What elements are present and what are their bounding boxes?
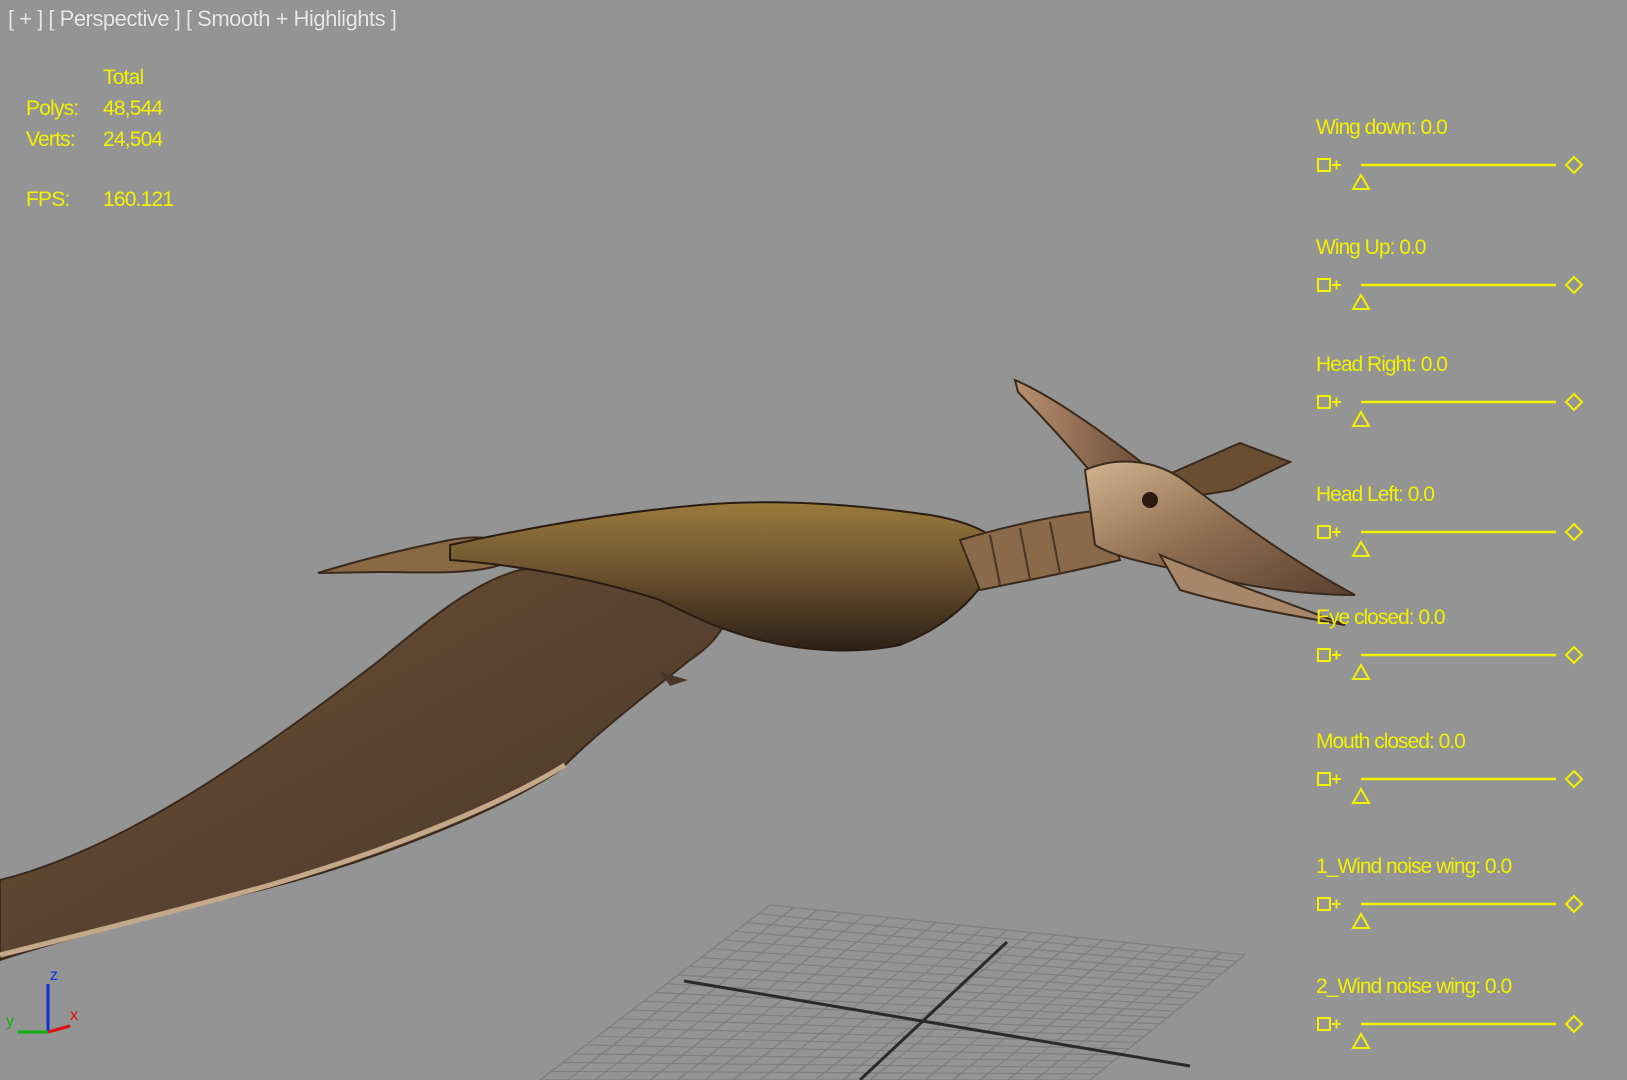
slider-key-icon[interactable]	[1317, 1017, 1331, 1031]
slider-thumb-icon[interactable]	[1351, 786, 1371, 804]
viewport-point-of-view-menu[interactable]: [ Perspective ]	[48, 6, 180, 31]
slider-end-diamond-icon[interactable]	[1564, 155, 1584, 175]
slider-set-key-icon[interactable]	[1332, 899, 1341, 909]
axis-z-label: z	[50, 967, 58, 984]
morph-slider-wind-noise-wing-2[interactable]: 2_Wind noise wing: 0.0	[1316, 975, 1586, 1065]
morph-slider-label: Wing down: 0.0	[1316, 116, 1448, 139]
viewport-shading-menu[interactable]: [ Smooth + Highlights ]	[186, 6, 397, 31]
slider-thumb-icon[interactable]	[1351, 292, 1371, 310]
morph-slider-wind-noise-wing-1[interactable]: 1_Wind noise wing: 0.0	[1316, 855, 1586, 945]
fps-value: 160.121	[103, 188, 174, 211]
slider-end-diamond-icon[interactable]	[1564, 1014, 1584, 1034]
slider-set-key-icon[interactable]	[1332, 1019, 1341, 1029]
slider-key-icon[interactable]	[1317, 525, 1331, 539]
morph-slider-mouth-closed[interactable]: Mouth closed: 0.0	[1316, 730, 1586, 820]
morph-slider-label: Head Left: 0.0	[1316, 483, 1435, 506]
slider-thumb-icon[interactable]	[1351, 662, 1371, 680]
verts-label: Verts:	[26, 128, 76, 151]
morph-slider-label: Mouth closed: 0.0	[1316, 730, 1466, 753]
slider-thumb-icon[interactable]	[1351, 1031, 1371, 1049]
axis-y-label: y	[6, 1013, 14, 1030]
viewport-general-menu[interactable]: [ + ]	[8, 6, 43, 31]
slider-end-diamond-icon[interactable]	[1564, 275, 1584, 295]
morph-slider-label: 2_Wind noise wing: 0.0	[1316, 975, 1512, 998]
morph-slider-label: 1_Wind noise wing: 0.0	[1316, 855, 1512, 878]
slider-key-icon[interactable]	[1317, 648, 1331, 662]
verts-value: 24,504	[103, 128, 163, 151]
slider-set-key-icon[interactable]	[1332, 774, 1341, 784]
morph-slider-head-right[interactable]: Head Right: 0.0	[1316, 353, 1586, 443]
slider-track[interactable]	[1316, 152, 1586, 202]
axis-gizmo-icon: z x y	[6, 967, 78, 1034]
morph-slider-wing-down[interactable]: Wing down: 0.0	[1316, 116, 1586, 206]
slider-set-key-icon[interactable]	[1332, 650, 1341, 660]
near-wing	[0, 560, 730, 962]
slider-thumb-icon[interactable]	[1351, 409, 1371, 427]
morph-slider-wing-up[interactable]: Wing Up: 0.0	[1316, 236, 1586, 326]
slider-set-key-icon[interactable]	[1332, 527, 1341, 537]
stats-header: Total	[103, 66, 144, 89]
morph-slider-head-left[interactable]: Head Left: 0.0	[1316, 483, 1586, 573]
morph-slider-eye-closed[interactable]: Eye closed: 0.0	[1316, 606, 1586, 696]
slider-key-icon[interactable]	[1317, 278, 1331, 292]
slider-track[interactable]	[1316, 519, 1586, 569]
viewport-label: [ + ] [ Perspective ] [ Smooth + Highlig…	[8, 6, 397, 32]
slider-end-diamond-icon[interactable]	[1564, 522, 1584, 542]
polys-value: 48,544	[103, 97, 163, 120]
slider-end-diamond-icon[interactable]	[1564, 645, 1584, 665]
perspective-viewport[interactable]: [ + ] [ Perspective ] [ Smooth + Highlig…	[0, 0, 1627, 1080]
axis-x-label: x	[70, 1007, 78, 1024]
slider-track[interactable]	[1316, 389, 1586, 439]
morph-slider-label: Wing Up: 0.0	[1316, 236, 1426, 259]
slider-thumb-icon[interactable]	[1351, 539, 1371, 557]
slider-thumb-icon[interactable]	[1351, 172, 1371, 190]
slider-key-icon[interactable]	[1317, 158, 1331, 172]
creature-eye	[1142, 492, 1158, 508]
slider-set-key-icon[interactable]	[1332, 280, 1341, 290]
slider-key-icon[interactable]	[1317, 897, 1331, 911]
slider-key-icon[interactable]	[1317, 395, 1331, 409]
morph-slider-label: Eye closed: 0.0	[1316, 606, 1446, 629]
slider-key-icon[interactable]	[1317, 772, 1331, 786]
slider-end-diamond-icon[interactable]	[1564, 392, 1584, 412]
slider-thumb-icon[interactable]	[1351, 911, 1371, 929]
slider-track[interactable]	[1316, 891, 1586, 941]
slider-set-key-icon[interactable]	[1332, 397, 1341, 407]
slider-track[interactable]	[1316, 642, 1586, 692]
slider-end-diamond-icon[interactable]	[1564, 769, 1584, 789]
slider-set-key-icon[interactable]	[1332, 160, 1341, 170]
fps-label: FPS:	[26, 188, 70, 211]
home-grid	[539, 904, 1246, 1080]
viewport-statistics: Total Polys: 48,544 Verts: 24,504 FPS: 160.…	[26, 62, 223, 215]
polys-label: Polys:	[26, 97, 79, 120]
morph-slider-label: Head Right: 0.0	[1316, 353, 1448, 376]
slider-track[interactable]	[1316, 766, 1586, 816]
slider-end-diamond-icon[interactable]	[1564, 894, 1584, 914]
slider-track[interactable]	[1316, 272, 1586, 322]
slider-track[interactable]	[1316, 1011, 1586, 1061]
